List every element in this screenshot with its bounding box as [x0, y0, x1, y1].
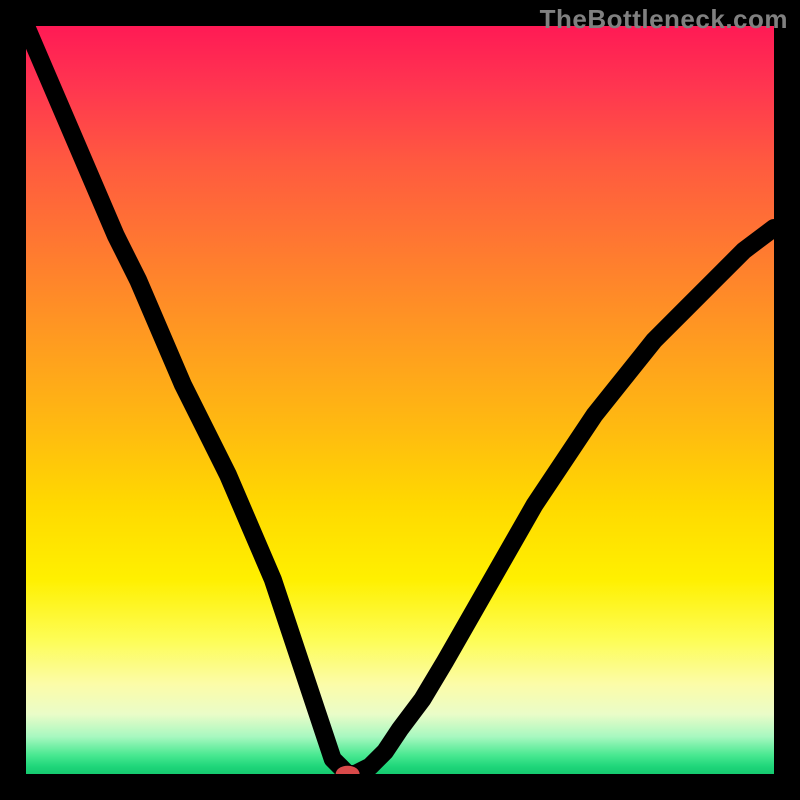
bottleneck-curve [26, 26, 774, 774]
watermark-text: TheBottleneck.com [540, 4, 788, 35]
chart-svg [26, 26, 774, 774]
plot-area [26, 26, 774, 774]
chart-frame: TheBottleneck.com [0, 0, 800, 800]
